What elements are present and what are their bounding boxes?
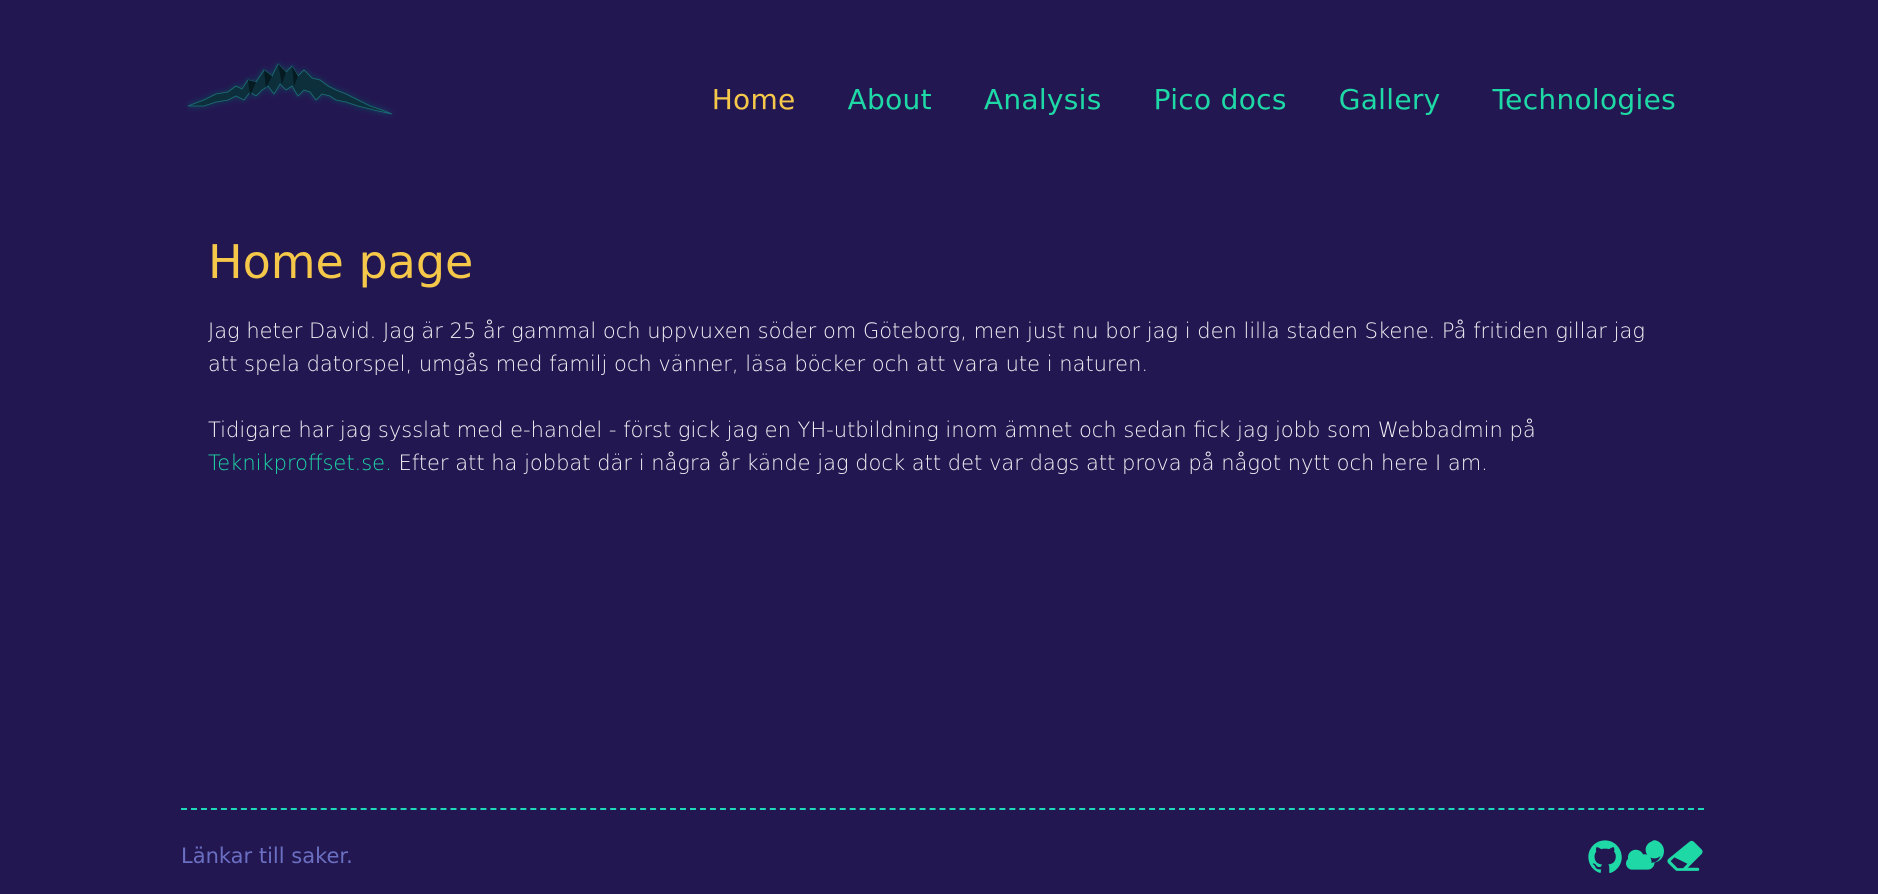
cloud-moon-icon[interactable]: [1626, 838, 1664, 876]
intro-paragraph: Jag heter David. Jag är 25 år gammal och…: [208, 318, 1645, 376]
nav-link-gallery[interactable]: Gallery: [1339, 86, 1441, 114]
nav-link-analysis[interactable]: Analysis: [984, 86, 1102, 114]
github-icon[interactable]: [1586, 838, 1624, 876]
page-title: Home page: [208, 235, 474, 289]
teknikproffset-link[interactable]: Teknikproffset.se.: [208, 451, 392, 475]
background-paragraph-start: Tidigare har jag sysslat med e-handel - …: [208, 417, 1536, 442]
nav-link-technologies[interactable]: Technologies: [1493, 86, 1676, 114]
background-paragraph: Tidigare har jag sysslat med e-handel - …: [208, 414, 1668, 480]
nav-link-home[interactable]: Home: [712, 86, 796, 114]
nav-link-pico-docs[interactable]: Pico docs: [1154, 86, 1287, 114]
mountain-logo[interactable]: [186, 56, 402, 122]
footer-icon-links: [1586, 838, 1704, 876]
nav-link-about[interactable]: About: [848, 86, 932, 114]
footer-divider: [181, 808, 1704, 810]
footer-text: Länkar till saker.: [181, 844, 353, 868]
main-content: Home page Jag heter David. Jag är 25 år …: [208, 236, 1668, 513]
background-paragraph-end: Efter att ha jobbat där i några år kände…: [391, 450, 1488, 475]
main-nav: Home About Analysis Pico docs Gallery Te…: [712, 86, 1676, 114]
eraser-icon[interactable]: [1666, 838, 1704, 876]
